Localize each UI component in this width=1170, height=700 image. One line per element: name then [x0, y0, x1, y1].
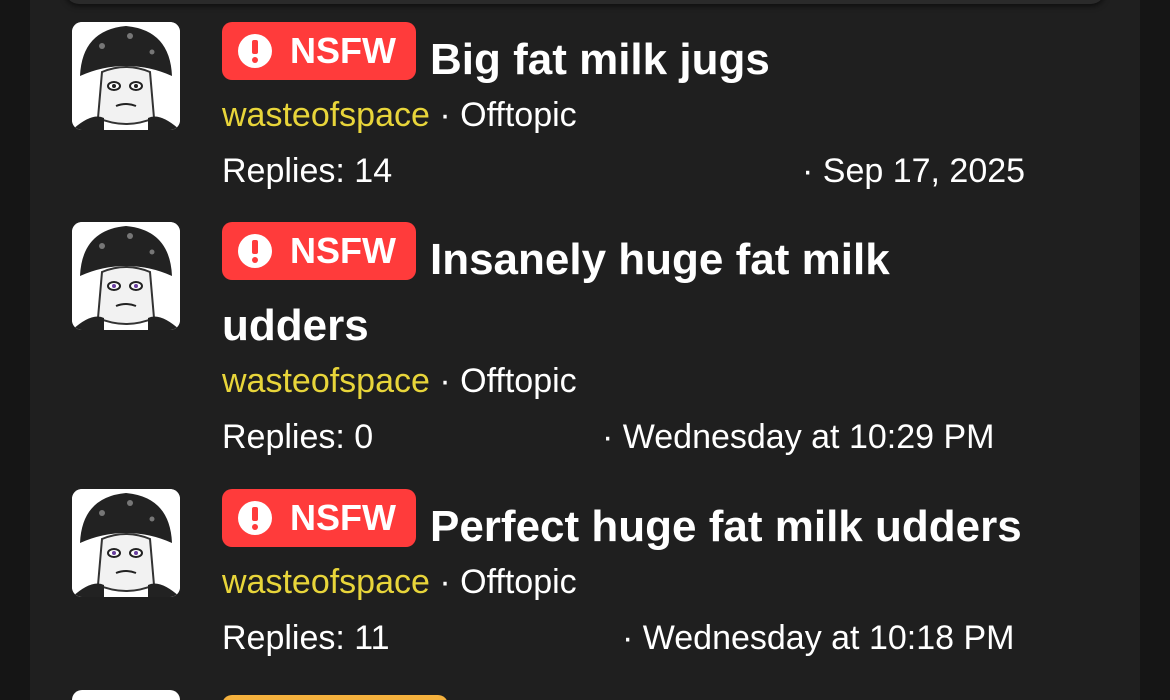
forum-link[interactable]: Offtopic	[460, 362, 577, 400]
top-search-bar[interactable]	[65, 0, 1105, 4]
thread-title-line[interactable]: NSFW Big fat milk jugs	[222, 22, 1102, 93]
forum-link[interactable]: Offtopic	[460, 96, 577, 134]
thread-content: NSFW Big fat milk jugs wasteofspace · Of…	[222, 22, 1102, 191]
avatar[interactable]	[72, 222, 180, 330]
reply-count: Replies: 14	[222, 152, 393, 190]
meta-separator: ·	[439, 362, 451, 400]
thread-content: NSFW Insanely huge fat milk udders waste…	[222, 222, 1102, 457]
author-link[interactable]: wasteofspace	[222, 563, 430, 601]
avatar[interactable]	[72, 489, 180, 597]
thread-content: NSFW Perfect huge fat milk udders wasteo…	[222, 489, 1102, 658]
thread-meta: wasteofspace · Offtopic	[222, 361, 1102, 401]
reply-count: Replies: 0	[222, 418, 374, 456]
badge-label: NSFW	[290, 497, 396, 538]
next-thread-avatar[interactable]	[72, 690, 180, 700]
mushroom-avatar-icon	[72, 222, 180, 330]
thread-title[interactable]: Big fat milk jugs	[430, 35, 770, 84]
thread-list-panel: NSFW Big fat milk jugs wasteofspace · Of…	[30, 0, 1140, 700]
thread-stats: Replies: 14 · Sep 17, 2025	[222, 151, 1102, 191]
reply-count: Replies: 11	[222, 619, 390, 657]
last-post-date[interactable]: · Sep 17, 2025	[802, 151, 1025, 191]
nsfw-badge: NSFW	[222, 489, 416, 547]
next-thread-badge	[222, 695, 448, 700]
meta-separator: ·	[439, 96, 451, 134]
thread-stats: Replies: 11 · Wednesday at 10:18 PM	[222, 618, 1102, 658]
thread-stats: Replies: 0 · Wednesday at 10:29 PM	[222, 417, 1102, 457]
thread-title-line[interactable]: NSFW Perfect huge fat milk udders	[222, 489, 1102, 560]
alert-icon	[238, 234, 272, 268]
mushroom-avatar-icon	[72, 22, 180, 130]
thread-meta: wasteofspace · Offtopic	[222, 562, 1102, 602]
nsfw-badge: NSFW	[222, 222, 416, 280]
thread-title[interactable]: Perfect huge fat milk udders	[430, 502, 1022, 551]
badge-label: NSFW	[290, 30, 396, 71]
alert-icon	[238, 501, 272, 535]
thread-meta: wasteofspace · Offtopic	[222, 95, 1102, 135]
badge-label: NSFW	[290, 230, 396, 271]
last-post-date[interactable]: · Wednesday at 10:18 PM	[622, 618, 1014, 658]
meta-separator: ·	[439, 563, 451, 601]
author-link[interactable]: wasteofspace	[222, 362, 430, 400]
thread-title-line[interactable]: NSFW Insanely huge fat milk udders	[222, 222, 982, 359]
forum-link[interactable]: Offtopic	[460, 563, 577, 601]
avatar[interactable]	[72, 22, 180, 130]
mushroom-avatar-icon	[72, 489, 180, 597]
alert-icon	[238, 34, 272, 68]
author-link[interactable]: wasteofspace	[222, 96, 430, 134]
nsfw-badge: NSFW	[222, 22, 416, 80]
last-post-date[interactable]: · Wednesday at 10:29 PM	[602, 417, 994, 457]
